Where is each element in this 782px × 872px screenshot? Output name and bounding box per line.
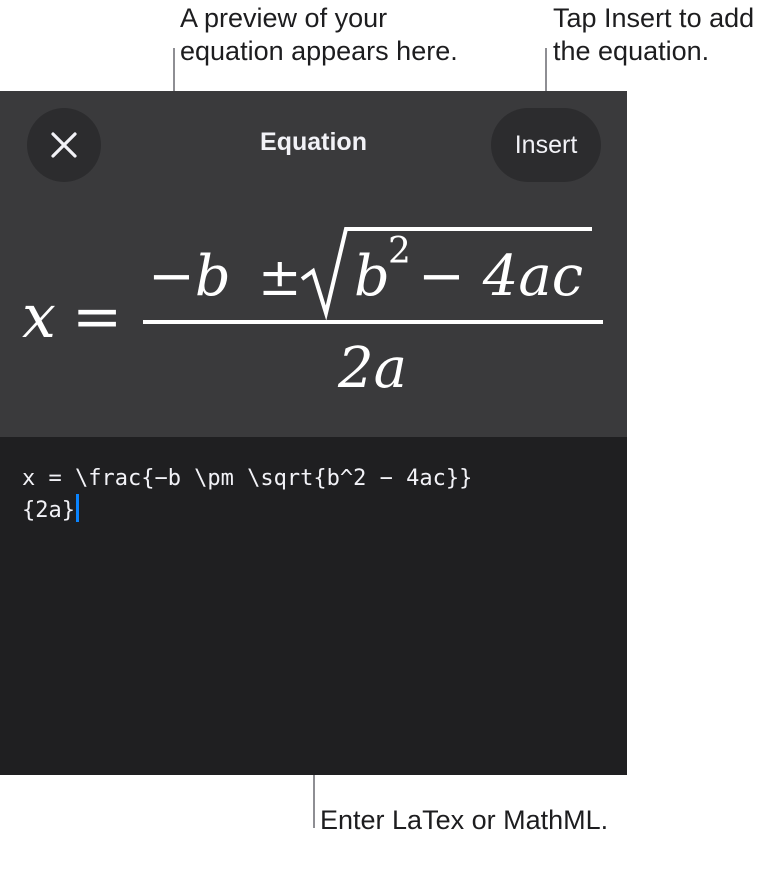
preview-radicand-rest: − 4ac <box>418 244 583 309</box>
callout-preview: A preview of your equation appears here. <box>180 3 458 66</box>
editor-line-2: {2a} <box>22 498 75 523</box>
preview-numerator-minus-b: −b <box>148 244 231 309</box>
callout-insert: Tap Insert to add the equation. <box>553 3 755 66</box>
preview-exponent: 2 <box>388 231 411 272</box>
text-caret <box>75 494 79 522</box>
preview-radicand-b: b <box>354 244 390 309</box>
fraction-bar <box>143 320 603 324</box>
preview-equals: = <box>72 282 122 352</box>
preview-area: Equation Insert x = −b ± b 2 − 4ac 2a <box>0 91 627 437</box>
preview-plus-minus: ± <box>258 248 302 308</box>
latex-editor[interactable]: x = \frac{−b \pm \sqrt{b^2 − 4ac}} {2a} <box>22 463 612 526</box>
editor-line-2-wrapper: {2a} <box>22 494 612 526</box>
preview-denominator: 2a <box>337 336 407 401</box>
insert-button[interactable]: Insert <box>491 108 601 182</box>
callout-editor: Enter LaTex or MathML. <box>320 805 609 835</box>
preview-lhs: x <box>22 282 56 352</box>
equation-preview: x = −b ± b 2 − 4ac 2a <box>22 227 603 401</box>
editor-line-1: x = \frac{−b \pm \sqrt{b^2 − 4ac}} <box>22 466 473 491</box>
equation-panel: Equation Insert x = −b ± b 2 − 4ac 2a x … <box>0 91 627 775</box>
